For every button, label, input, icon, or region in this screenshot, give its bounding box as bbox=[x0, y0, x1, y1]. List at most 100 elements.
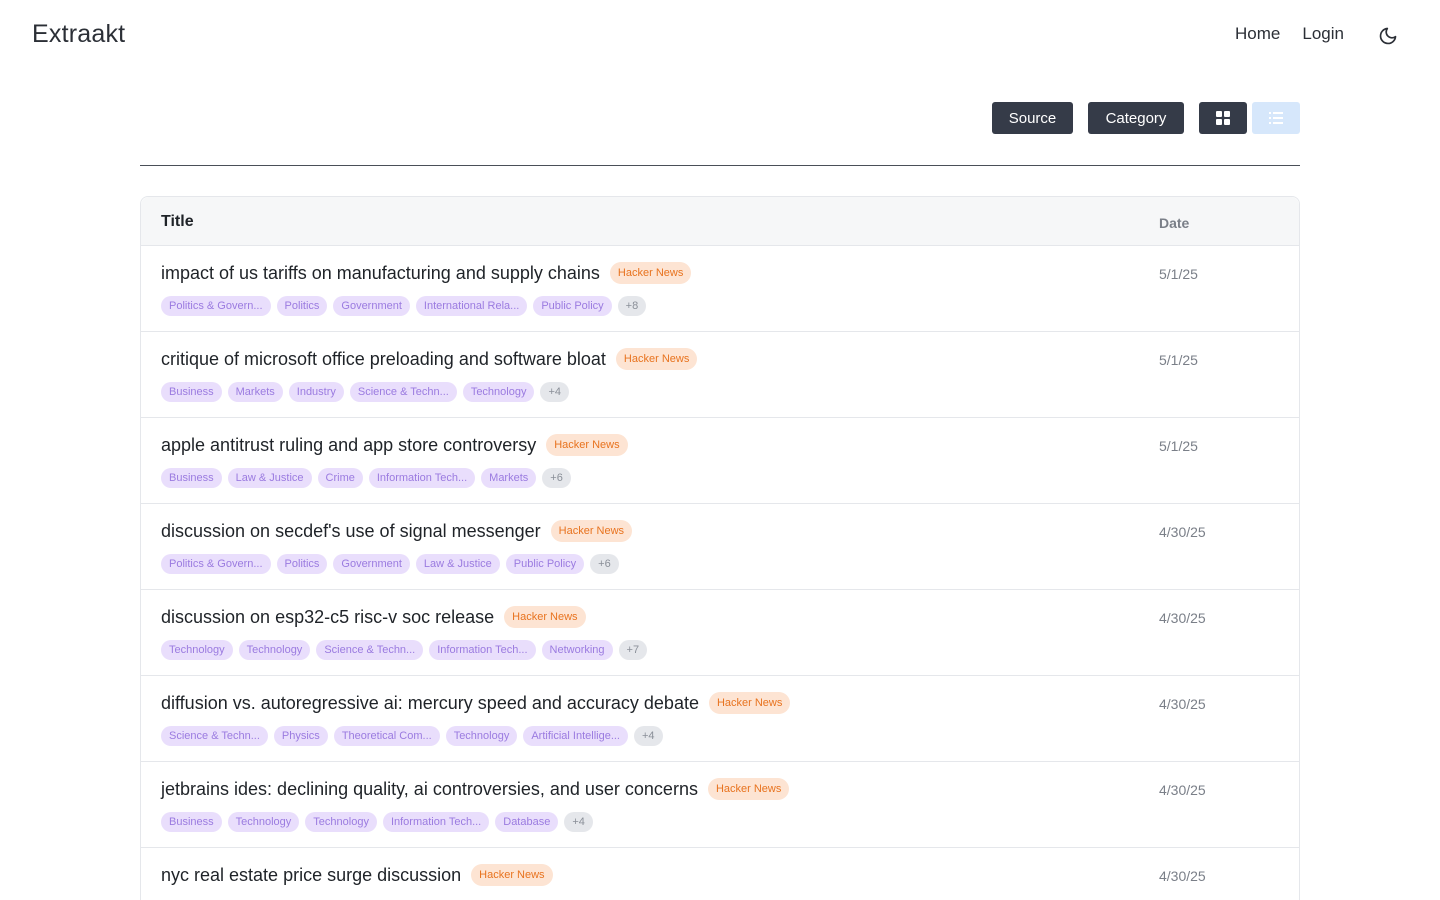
nav-login-link[interactable]: Login bbox=[1302, 24, 1344, 44]
source-badge: Hacker News bbox=[504, 606, 586, 628]
category-tag[interactable]: Technology bbox=[305, 812, 377, 832]
category-tag[interactable]: Government bbox=[333, 554, 410, 574]
more-tags-badge[interactable]: +4 bbox=[634, 726, 663, 746]
article-date: 4/30/25 bbox=[1159, 782, 1206, 798]
category-tag[interactable]: Government bbox=[333, 296, 410, 316]
category-tag[interactable]: Artificial Intellige... bbox=[523, 726, 628, 746]
nav-home-link[interactable]: Home bbox=[1235, 24, 1280, 44]
source-badge: Hacker News bbox=[708, 692, 791, 714]
grid-view-button[interactable] bbox=[1199, 102, 1247, 134]
row-title-line: jetbrains ides: declining quality, ai co… bbox=[161, 778, 790, 800]
category-tag[interactable]: Industry bbox=[288, 382, 344, 402]
navbar: Extraakt Home Login bbox=[0, 0, 1440, 72]
source-badge: Hacker News bbox=[707, 778, 790, 800]
category-tag[interactable]: Database bbox=[495, 812, 559, 832]
category-tags: Politics & Govern... Politics Government In… bbox=[161, 296, 647, 316]
article-title-link[interactable]: discussion on secdef's use of signal mes… bbox=[161, 521, 541, 542]
article-date: 4/30/25 bbox=[1159, 868, 1206, 884]
category-tag[interactable]: Business bbox=[161, 812, 222, 832]
category-tag[interactable]: Public Policy bbox=[505, 554, 585, 574]
category-tag[interactable]: Technology bbox=[445, 726, 518, 746]
table-row[interactable]: apple antitrust ruling and app store con… bbox=[141, 418, 1299, 504]
article-title-link[interactable]: discussion on esp32-c5 risc-v soc releas… bbox=[161, 607, 494, 628]
category-tag[interactable]: Information Tech... bbox=[429, 640, 536, 660]
more-tags-badge[interactable]: +4 bbox=[564, 812, 593, 832]
title-column-header: Title bbox=[161, 213, 194, 230]
category-tag[interactable]: Markets bbox=[481, 468, 537, 488]
category-tag[interactable]: Theoretical Com... bbox=[333, 726, 440, 746]
source-filter-button[interactable]: Source bbox=[992, 102, 1073, 134]
category-tag[interactable]: Physics bbox=[273, 726, 328, 746]
category-tags: Politics & Govern... Politics Government La… bbox=[161, 554, 619, 574]
category-tag[interactable]: Technology bbox=[238, 640, 311, 660]
category-tags: Business Markets Industry Science & Techn..… bbox=[161, 382, 570, 402]
article-title-link[interactable]: critique of microsoft office preloading … bbox=[161, 349, 606, 370]
category-tag[interactable]: Politics & Govern... bbox=[161, 554, 271, 574]
category-tags: Science & Techn... Physics Theoretical Com… bbox=[161, 726, 663, 746]
article-title-link[interactable]: impact of us tariffs on manufacturing an… bbox=[161, 263, 600, 284]
category-tags: Technology Technology Science & Techn... In… bbox=[161, 640, 648, 660]
row-title-line: critique of microsoft office preloading … bbox=[161, 348, 698, 370]
row-title-line: apple antitrust ruling and app store con… bbox=[161, 434, 628, 456]
category-tag[interactable]: Science & Techn... bbox=[349, 382, 457, 402]
category-tag[interactable]: Crime bbox=[317, 468, 363, 488]
table-header: Title Date bbox=[141, 197, 1299, 246]
category-tag[interactable]: Information Tech... bbox=[368, 468, 476, 488]
article-date: 5/1/25 bbox=[1159, 266, 1198, 282]
source-badge: Hacker News bbox=[546, 434, 628, 456]
more-tags-badge[interactable]: +7 bbox=[618, 640, 648, 660]
category-tag[interactable]: Politics bbox=[276, 296, 328, 316]
article-title-link[interactable]: diffusion vs. autoregressive ai: mercury… bbox=[161, 693, 699, 714]
table-row[interactable]: critique of microsoft office preloading … bbox=[141, 332, 1299, 418]
category-tag[interactable]: Business bbox=[161, 382, 222, 402]
row-title-line: discussion on secdef's use of signal mes… bbox=[161, 520, 633, 542]
category-tags: Business Law & Justice Crime Information Te… bbox=[161, 468, 571, 488]
category-tag[interactable]: Business bbox=[161, 468, 222, 488]
toolbar-divider bbox=[140, 165, 1300, 166]
article-title-link[interactable]: apple antitrust ruling and app store con… bbox=[161, 435, 536, 456]
articles-table: Title Date impact of us tariffs on manuf… bbox=[140, 196, 1300, 900]
category-tag[interactable]: Science & Techn... bbox=[161, 726, 268, 746]
category-tag[interactable]: Public Policy bbox=[533, 296, 612, 316]
more-tags-badge[interactable]: +6 bbox=[590, 554, 619, 574]
category-tag[interactable]: Politics & Govern... bbox=[161, 296, 271, 316]
table-row[interactable]: diffusion vs. autoregressive ai: mercury… bbox=[141, 676, 1299, 762]
article-title-link[interactable]: jetbrains ides: declining quality, ai co… bbox=[161, 779, 698, 800]
table-row[interactable]: discussion on esp32-c5 risc-v soc releas… bbox=[141, 590, 1299, 676]
article-date: 5/1/25 bbox=[1159, 438, 1198, 454]
brand-logo[interactable]: Extraakt bbox=[32, 20, 125, 49]
table-row[interactable]: nyc real estate price surge discussion Ha… bbox=[141, 848, 1299, 900]
list-view-button[interactable] bbox=[1252, 102, 1300, 134]
source-badge: Hacker News bbox=[615, 348, 698, 370]
category-tag[interactable]: Information Tech... bbox=[382, 812, 490, 832]
category-tag[interactable]: Technology bbox=[227, 812, 300, 832]
more-tags-badge[interactable]: +6 bbox=[542, 468, 571, 488]
category-tag[interactable]: Politics bbox=[276, 554, 328, 574]
source-badge: Hacker News bbox=[471, 864, 553, 886]
category-tag[interactable]: Science & Techn... bbox=[316, 640, 424, 660]
row-title-line: diffusion vs. autoregressive ai: mercury… bbox=[161, 692, 791, 714]
moon-icon bbox=[1379, 27, 1397, 45]
article-date: 4/30/25 bbox=[1159, 610, 1206, 626]
category-tag[interactable]: Law & Justice bbox=[415, 554, 500, 574]
table-body: impact of us tariffs on manufacturing an… bbox=[141, 246, 1299, 900]
table-row[interactable]: impact of us tariffs on manufacturing an… bbox=[141, 246, 1299, 332]
category-filter-button[interactable]: Category bbox=[1088, 102, 1184, 134]
category-tag[interactable]: Technology bbox=[161, 640, 233, 660]
grid-icon bbox=[1216, 111, 1230, 125]
nav-links: Home Login bbox=[1235, 24, 1344, 44]
category-tag[interactable]: International Rela... bbox=[415, 296, 528, 316]
theme-toggle-button[interactable] bbox=[1372, 20, 1404, 52]
article-date: 5/1/25 bbox=[1159, 352, 1198, 368]
category-tag[interactable]: Networking bbox=[541, 640, 613, 660]
category-tags: Business Technology Technology Information … bbox=[161, 812, 593, 832]
category-tag[interactable]: Markets bbox=[227, 382, 283, 402]
table-row[interactable]: jetbrains ides: declining quality, ai co… bbox=[141, 762, 1299, 848]
row-title-line: discussion on esp32-c5 risc-v soc releas… bbox=[161, 606, 586, 628]
more-tags-badge[interactable]: +8 bbox=[617, 296, 647, 316]
table-row[interactable]: discussion on secdef's use of signal mes… bbox=[141, 504, 1299, 590]
article-title-link[interactable]: nyc real estate price surge discussion bbox=[161, 865, 461, 886]
category-tag[interactable]: Law & Justice bbox=[227, 468, 312, 488]
category-tag[interactable]: Technology bbox=[462, 382, 535, 402]
more-tags-badge[interactable]: +4 bbox=[540, 382, 570, 402]
